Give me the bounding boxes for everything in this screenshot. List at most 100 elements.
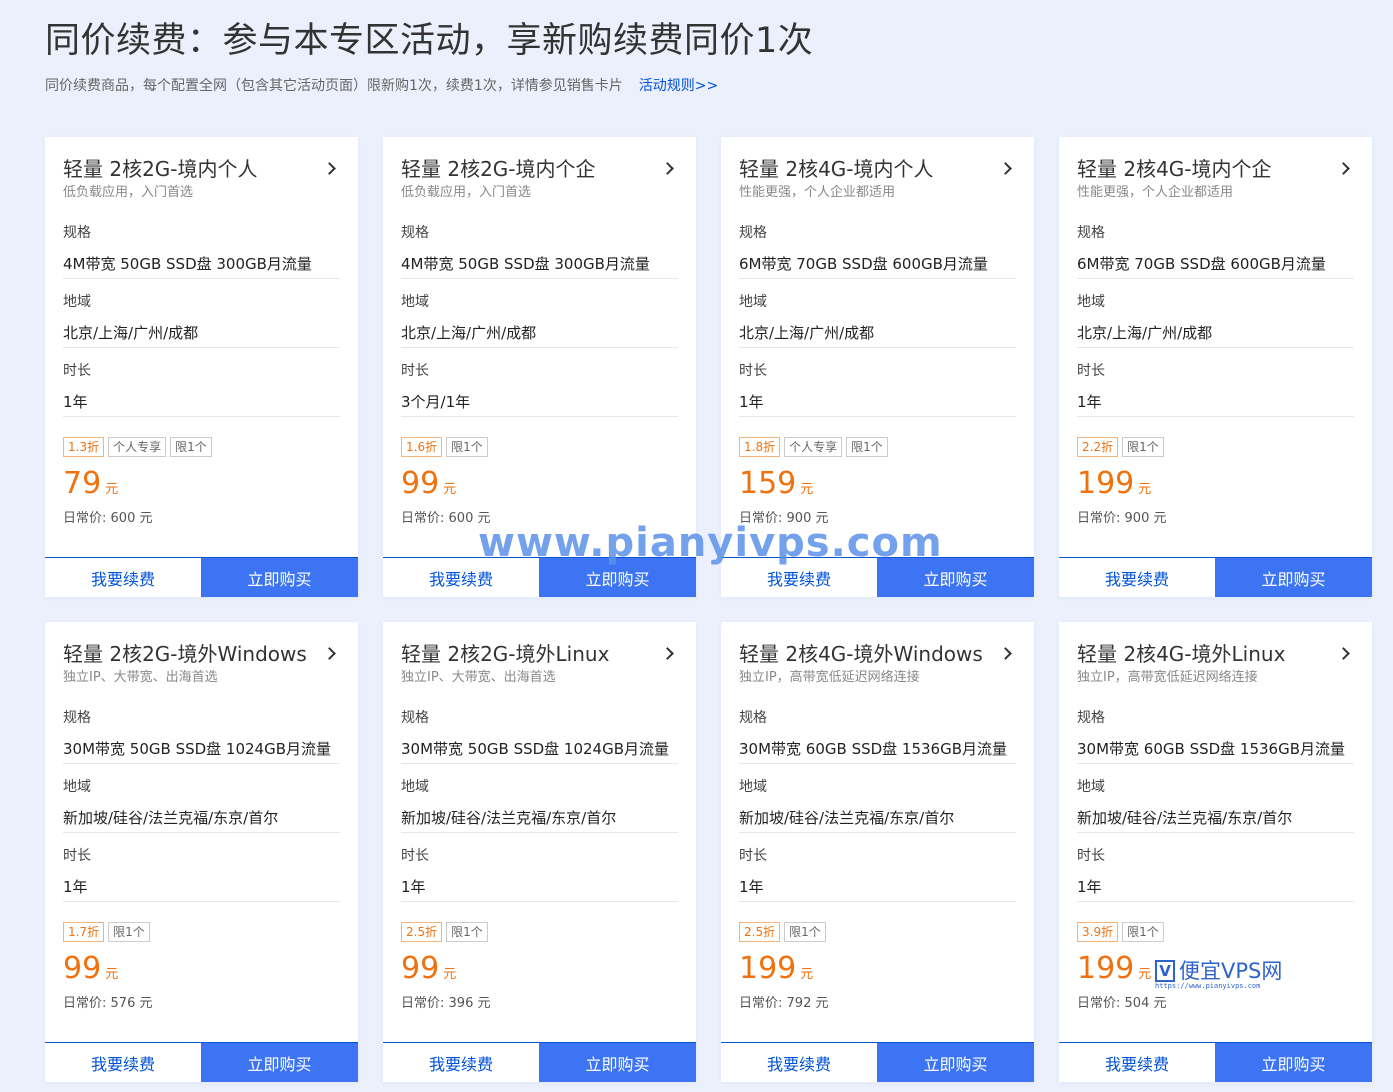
product-card-1: 轻量 2核2G-境内个人 低负载应用，入门首选 规格 4M带宽 50GB SSD… (45, 137, 358, 597)
card-title[interactable]: 轻量 2核4G-境内个人 (739, 154, 1016, 184)
card-description: 独立IP，高带宽低延迟网络连接 (739, 670, 920, 685)
limit-badge: 限1个 (846, 437, 888, 457)
region-label: 地域 (401, 294, 429, 310)
duration-label: 时长 (63, 848, 91, 864)
price: 79 元 (63, 466, 340, 508)
buy-now-button[interactable]: 立即购买 (539, 1043, 696, 1082)
discount-badge: 1.3折 (63, 437, 105, 457)
buy-now-button[interactable]: 立即购买 (201, 1043, 358, 1082)
region-value: 新加坡/硅谷/法兰克福/东京/首尔 (401, 809, 617, 827)
renew-button[interactable]: 我要续费 (45, 1043, 201, 1082)
regular-price-value: 504 元 (1124, 996, 1167, 1011)
tag-list: 1.6折 限1个 (401, 437, 678, 457)
regular-price: 日常价: 576 元 (63, 995, 340, 1013)
region-row: 地域 新加坡/硅谷/法兰克福/东京/首尔 (401, 764, 678, 833)
renew-button[interactable]: 我要续费 (383, 558, 539, 597)
activity-rules-link[interactable]: 活动规则>> (639, 78, 718, 94)
card-title[interactable]: 轻量 2核2G-境内个人 (63, 154, 340, 184)
card-header[interactable]: 轻量 2核4G-境内个人 性能更强，个人企业都适用 (739, 154, 1016, 210)
region-row: 地域 北京/上海/广州/成都 (401, 279, 678, 348)
buy-now-button[interactable]: 立即购买 (877, 1043, 1034, 1082)
card-title[interactable]: 轻量 2核2G-境外Windows (63, 639, 340, 669)
spec-row: 规格 4M带宽 50GB SSD盘 300GB月流量 (63, 210, 340, 279)
limit-badge: 限1个 (170, 437, 212, 457)
regular-price-value: 792 元 (786, 996, 829, 1011)
limit-badge: 限1个 (108, 922, 150, 942)
renew-button[interactable]: 我要续费 (45, 558, 201, 597)
price-unit: 元 (800, 967, 814, 982)
spec-label: 规格 (1077, 225, 1105, 241)
card-header[interactable]: 轻量 2核2G-境外Linux 独立IP、大带宽、出海首选 (401, 639, 678, 695)
duration-row: 时长 1年 (739, 833, 1016, 902)
renew-button[interactable]: 我要续费 (721, 1043, 877, 1082)
tag-list: 3.9折 限1个 (1077, 922, 1354, 942)
card-title[interactable]: 轻量 2核4G-境外Windows (739, 639, 1016, 669)
card-header[interactable]: 轻量 2核2G-境内个人 低负载应用，入门首选 (63, 154, 340, 210)
card-actions: 我要续费 立即购买 (721, 1042, 1034, 1082)
discount-badge: 2.5折 (739, 922, 781, 942)
card-title[interactable]: 轻量 2核4G-境外Linux (1077, 639, 1354, 669)
card-title[interactable]: 轻量 2核4G-境内个企 (1077, 154, 1354, 184)
limit-badge: 限1个 (784, 922, 826, 942)
price: 199 元 (1077, 951, 1354, 993)
spec-label: 规格 (63, 710, 91, 726)
region-value: 新加坡/硅谷/法兰克福/东京/首尔 (63, 809, 279, 827)
region-label: 地域 (739, 779, 767, 795)
price: 99 元 (63, 951, 340, 993)
card-header[interactable]: 轻量 2核4G-境外Windows 独立IP，高带宽低延迟网络连接 (739, 639, 1016, 695)
region-label: 地域 (63, 294, 91, 310)
card-header[interactable]: 轻量 2核2G-境内个企 低负载应用，入门首选 (401, 154, 678, 210)
price-unit: 元 (105, 482, 119, 497)
price-value: 199 (1077, 951, 1135, 986)
card-description: 低负载应用，入门首选 (401, 185, 532, 200)
product-card-5: 轻量 2核2G-境外Windows 独立IP、大带宽、出海首选 规格 30M带宽… (45, 622, 358, 1082)
card-header[interactable]: 轻量 2核4G-境内个企 性能更强，个人企业都适用 (1077, 154, 1354, 210)
regular-price-label: 日常价: (63, 996, 107, 1011)
discount-badge: 1.7折 (63, 922, 105, 942)
duration-value: 1年 (739, 878, 764, 896)
region-value: 北京/上海/广州/成都 (401, 324, 537, 342)
card-title[interactable]: 轻量 2核2G-境外Linux (401, 639, 678, 669)
card-actions: 我要续费 立即购买 (721, 557, 1034, 597)
region-label: 地域 (1077, 779, 1105, 795)
regular-price-value: 900 元 (1124, 511, 1167, 526)
spec-row: 规格 30M带宽 60GB SSD盘 1536GB月流量 (1077, 695, 1354, 764)
spec-label: 规格 (739, 710, 767, 726)
card-header[interactable]: 轻量 2核4G-境外Linux 独立IP，高带宽低延迟网络连接 (1077, 639, 1354, 695)
card-title[interactable]: 轻量 2核2G-境内个企 (401, 154, 678, 184)
buy-now-button[interactable]: 立即购买 (877, 558, 1034, 597)
card-description: 独立IP、大带宽、出海首选 (63, 670, 218, 685)
spec-value: 30M带宽 60GB SSD盘 1536GB月流量 (739, 740, 1008, 758)
card-description: 低负载应用，入门首选 (63, 185, 194, 200)
regular-price-label: 日常价: (63, 511, 107, 526)
card-header[interactable]: 轻量 2核2G-境外Windows 独立IP、大带宽、出海首选 (63, 639, 340, 695)
regular-price: 日常价: 504 元 (1077, 995, 1354, 1013)
duration-label: 时长 (1077, 363, 1105, 379)
regular-price-value: 600 元 (110, 511, 153, 526)
spec-value: 6M带宽 70GB SSD盘 600GB月流量 (739, 255, 988, 273)
price-value: 99 (63, 951, 102, 986)
buy-now-button[interactable]: 立即购买 (539, 558, 696, 597)
renew-button[interactable]: 我要续费 (1059, 558, 1215, 597)
renew-button[interactable]: 我要续费 (721, 558, 877, 597)
spec-value: 30M带宽 50GB SSD盘 1024GB月流量 (63, 740, 332, 758)
renew-button[interactable]: 我要续费 (383, 1043, 539, 1082)
duration-value: 1年 (401, 878, 426, 896)
card-actions: 我要续费 立即购买 (1059, 557, 1372, 597)
spec-row: 规格 4M带宽 50GB SSD盘 300GB月流量 (401, 210, 678, 279)
renew-button[interactable]: 我要续费 (1059, 1043, 1215, 1082)
spec-value: 30M带宽 50GB SSD盘 1024GB月流量 (401, 740, 670, 758)
limit-badge: 限1个 (446, 437, 488, 457)
duration-label: 时长 (739, 363, 767, 379)
card-body: 轻量 2核2G-境内个人 低负载应用，入门首选 规格 4M带宽 50GB SSD… (45, 137, 358, 528)
duration-value: 1年 (1077, 393, 1102, 411)
region-row: 地域 北京/上海/广州/成都 (63, 279, 340, 348)
duration-label: 时长 (401, 363, 429, 379)
buy-now-button[interactable]: 立即购买 (1215, 1043, 1372, 1082)
region-value: 新加坡/硅谷/法兰克福/东京/首尔 (739, 809, 955, 827)
tag-list: 1.7折 限1个 (63, 922, 340, 942)
buy-now-button[interactable]: 立即购买 (1215, 558, 1372, 597)
card-body: 轻量 2核4G-境内个企 性能更强，个人企业都适用 规格 6M带宽 70GB S… (1059, 137, 1372, 528)
buy-now-button[interactable]: 立即购买 (201, 558, 358, 597)
regular-price-value: 600 元 (448, 511, 491, 526)
